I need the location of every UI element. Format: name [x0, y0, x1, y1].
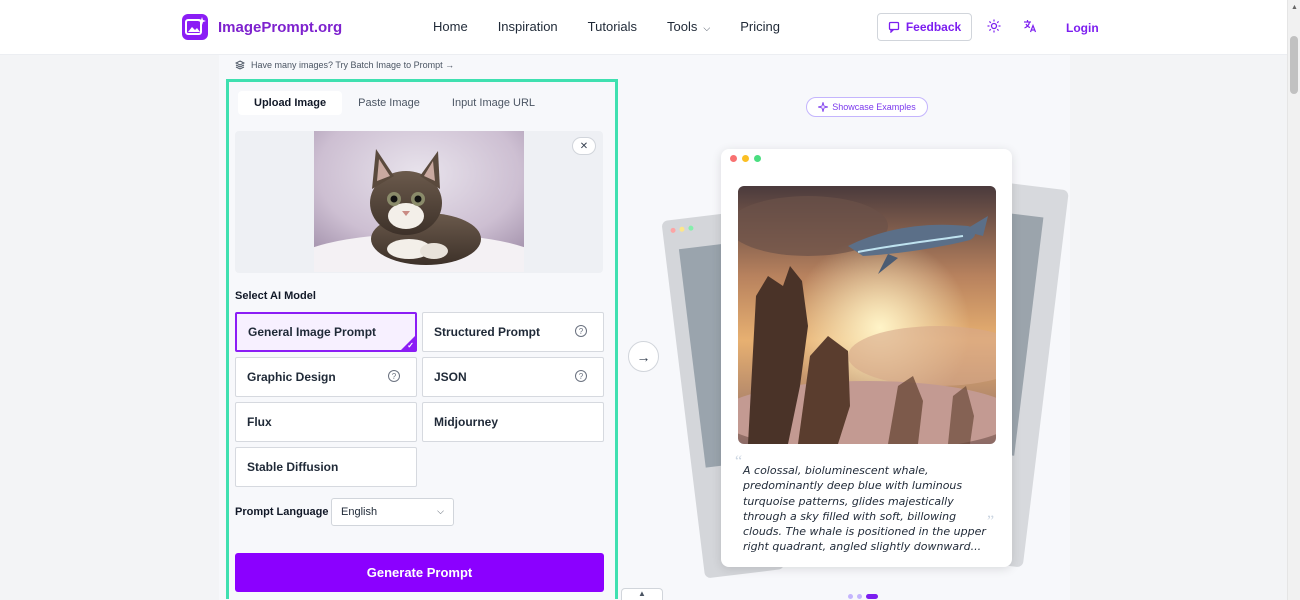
feedback-button[interactable]: Feedback	[877, 13, 972, 41]
nav-tutorials[interactable]: Tutorials	[588, 19, 637, 34]
pager-dot-active[interactable]	[866, 594, 878, 599]
feedback-label: Feedback	[905, 20, 962, 34]
showcase-label: Showcase Examples	[832, 102, 916, 112]
upload-tabs: Upload Image Paste Image Input Image URL	[238, 91, 551, 115]
pager-dot[interactable]	[848, 594, 853, 599]
example-prompt-text: A colossal, bioluminescent whale, predom…	[743, 464, 986, 554]
prompt-language-label: Prompt Language	[235, 506, 329, 518]
window-dots	[730, 155, 761, 162]
model-graphic-design[interactable]: Graphic Design ?	[235, 357, 417, 397]
chevron-down-icon: ⌵	[437, 506, 444, 516]
quote-open-icon: “	[735, 453, 743, 470]
message-icon	[888, 21, 899, 33]
batch-tip-text: Have many images? Try Batch Image to Pro…	[251, 60, 455, 70]
select-model-label: Select AI Model	[235, 290, 316, 302]
chevron-up-icon: ▲	[638, 589, 646, 598]
model-general-image-prompt[interactable]: General Image Prompt ✓	[235, 312, 417, 352]
model-label: Midjourney	[434, 415, 499, 429]
brand-logo[interactable]: ImagePrompt.org	[182, 14, 342, 40]
model-label: JSON	[434, 370, 467, 384]
scroll-up-arrow-icon[interactable]: ▲	[1291, 4, 1298, 11]
close-icon: ✕	[579, 140, 589, 152]
model-label: General Image Prompt	[248, 325, 377, 339]
theme-toggle-icon[interactable]	[986, 18, 1002, 34]
example-image	[738, 186, 996, 444]
model-label: Stable Diffusion	[247, 460, 339, 474]
scroll-to-top-button[interactable]: ▲	[621, 588, 663, 600]
brand-name: ImagePrompt.org	[218, 18, 343, 36]
uploaded-image-preview	[314, 131, 524, 272]
layers-icon	[235, 60, 245, 70]
scrollbar-thumb[interactable]	[1290, 36, 1298, 94]
remove-image-button[interactable]: ✕	[572, 137, 596, 155]
pager-dot[interactable]	[857, 594, 862, 599]
generate-prompt-button[interactable]: Generate Prompt	[235, 553, 604, 592]
selected-check-icon: ✓	[400, 335, 416, 351]
model-json[interactable]: JSON ?	[422, 357, 604, 397]
quote-close-icon: ”	[987, 513, 995, 530]
nav-tools[interactable]: Tools ⌵	[667, 19, 710, 34]
showcase-pager	[848, 594, 878, 599]
tab-upload-image[interactable]: Upload Image	[238, 91, 343, 115]
arrow-right-icon[interactable]: →	[628, 341, 659, 372]
tab-paste-image[interactable]: Paste Image	[342, 91, 436, 115]
model-stable-diffusion[interactable]: Stable Diffusion	[235, 447, 417, 487]
model-midjourney[interactable]: Midjourney	[422, 402, 604, 442]
main-nav: Home Inspiration Tutorials Tools ⌵ Pricin…	[433, 19, 780, 34]
help-icon[interactable]: ?	[575, 325, 587, 337]
nav-tools-label: Tools	[667, 19, 698, 34]
showcase-examples-button[interactable]: Showcase Examples	[806, 97, 928, 117]
site-header: ImagePrompt.org Home Inspiration Tutoria…	[0, 0, 1287, 55]
help-icon[interactable]: ?	[388, 370, 400, 382]
login-link[interactable]: Login	[1066, 21, 1099, 35]
nav-inspiration[interactable]: Inspiration	[498, 19, 558, 34]
image-sparkle-icon	[182, 14, 208, 40]
translate-icon[interactable]	[1022, 18, 1038, 34]
nav-pricing[interactable]: Pricing	[740, 19, 780, 34]
model-label: Structured Prompt	[434, 325, 541, 339]
prompt-language-select[interactable]: English ⌵	[331, 498, 454, 526]
page-scrollbar[interactable]: ▲	[1287, 0, 1300, 600]
sparkle-icon	[818, 102, 829, 112]
model-label: Flux	[247, 415, 272, 429]
prompt-language-value: English	[341, 506, 378, 518]
help-icon[interactable]: ?	[575, 370, 587, 382]
nav-home[interactable]: Home	[433, 19, 468, 34]
batch-tip[interactable]: Have many images? Try Batch Image to Pro…	[235, 60, 454, 70]
tab-input-image-url[interactable]: Input Image URL	[436, 91, 551, 115]
model-flux[interactable]: Flux	[235, 402, 417, 442]
model-structured-prompt[interactable]: Structured Prompt ?	[422, 312, 604, 352]
model-label: Graphic Design	[247, 370, 336, 384]
chevron-down-icon: ⌵	[703, 23, 711, 33]
example-card: “ A colossal, bioluminescent whale, pred…	[721, 149, 1012, 567]
